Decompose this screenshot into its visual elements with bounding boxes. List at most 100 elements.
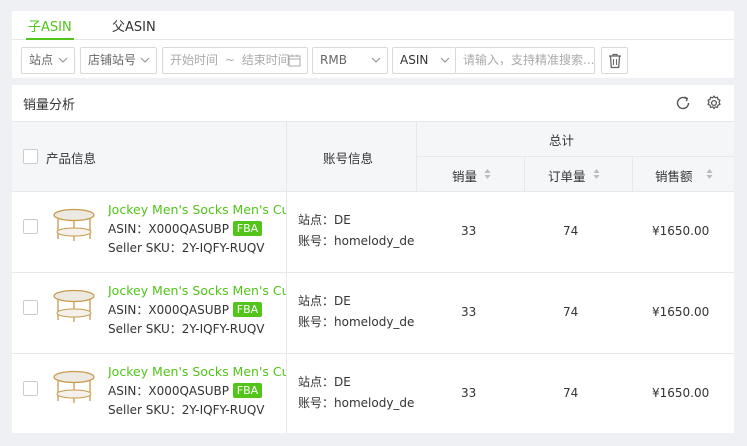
- sku-label: Seller SKU：: [108, 241, 182, 255]
- header-divider: [416, 156, 734, 157]
- refresh-icon[interactable]: [674, 94, 692, 112]
- product-title-link[interactable]: Jockey Men's Socks Men's Cushi: [108, 202, 286, 217]
- fba-badge: FBA: [233, 383, 262, 398]
- site-label: 站点：: [298, 294, 335, 308]
- site-select[interactable]: 站点: [21, 47, 75, 74]
- chevron-down-icon: [371, 57, 381, 63]
- account-site: 站点：DE: [298, 292, 351, 309]
- start-date-placeholder: 开始时间: [170, 53, 219, 67]
- sales-analysis-panel: 销量分析 产品信息 账号信息 总计 销量 订单量 销售额 Jockey Men'…: [12, 85, 734, 433]
- product-thumbnail: [53, 208, 95, 241]
- sku-value: 2Y-IQFY-RUQV: [181, 241, 265, 255]
- sort-icon[interactable]: [593, 168, 600, 180]
- account-label: 账号：: [298, 234, 335, 248]
- calendar-icon: [288, 54, 301, 67]
- product-title-link[interactable]: Jockey Men's Socks Men's Cushi: [108, 364, 286, 379]
- orders-cell: 74: [563, 224, 579, 238]
- tab-child-asin[interactable]: 子ASIN: [28, 16, 72, 35]
- account-name: 账号：homelody_de: [298, 394, 414, 411]
- orders-cell: 74: [563, 305, 579, 319]
- row-checkbox[interactable]: [23, 219, 38, 234]
- product-thumbnail: [53, 370, 95, 403]
- date-separator: ~: [224, 53, 235, 67]
- header-divider: [286, 122, 287, 191]
- account-value: homelody_de: [334, 396, 415, 410]
- clear-filters-button[interactable]: [601, 47, 628, 74]
- site-label: 站点：: [298, 213, 335, 227]
- select-all-checkbox[interactable]: [23, 149, 38, 164]
- sales-qty-cell: 33: [461, 305, 477, 319]
- orders-cell: 74: [563, 386, 579, 400]
- search-input[interactable]: 请输入，支持精准搜索...: [455, 47, 595, 74]
- section-title: 销量分析: [23, 98, 76, 113]
- header-product: 产品信息: [46, 151, 97, 166]
- product-thumbnail: [53, 289, 95, 322]
- product-sku: Seller SKU：2Y-IQFY-RUQV: [108, 239, 265, 256]
- sales-qty-cell: 33: [461, 224, 477, 238]
- account-name: 账号：homelody_de: [298, 313, 414, 330]
- header-divider: [524, 156, 525, 191]
- product-sku: Seller SKU：2Y-IQFY-RUQV: [108, 401, 265, 418]
- currency-select-value: RMB: [320, 53, 347, 67]
- product-asin: ASIN：X000QASUBP: [108, 220, 229, 237]
- sku-value: 2Y-IQFY-RUQV: [181, 403, 265, 417]
- sku-label: Seller SKU：: [108, 403, 182, 417]
- currency-select[interactable]: RMB: [312, 47, 388, 74]
- table-row: Jockey Men's Socks Men's Cushi ASIN：X000…: [12, 192, 734, 273]
- asin-value: X000QASUBP: [148, 222, 229, 236]
- header-revenue[interactable]: 销售额: [655, 166, 693, 185]
- site-label: 站点：: [298, 375, 335, 389]
- asin-tabs: 子ASIN 父ASIN: [12, 11, 734, 40]
- store-select[interactable]: 店铺站号: [80, 47, 157, 74]
- revenue-cell: ¥1650.00: [652, 386, 710, 400]
- end-date-placeholder: 结束时间: [241, 53, 290, 67]
- chevron-down-icon: [440, 57, 450, 63]
- account-site: 站点：DE: [298, 373, 351, 390]
- sales-qty-cell: 33: [461, 386, 477, 400]
- filter-panel: 子ASIN 父ASIN 站点 店铺站号 开始时间 ~ 结束时间 RMB ASIN…: [12, 11, 734, 78]
- account-site: 站点：DE: [298, 211, 351, 228]
- account-value: homelody_de: [334, 234, 415, 248]
- search-type-select[interactable]: ASIN: [392, 47, 456, 74]
- row-checkbox[interactable]: [23, 381, 38, 396]
- asin-value: X000QASUBP: [148, 384, 229, 398]
- product-asin: ASIN：X000QASUBP: [108, 382, 229, 399]
- table-row: Jockey Men's Socks Men's Cushi ASIN：X000…: [12, 354, 734, 435]
- site-value: DE: [334, 375, 351, 389]
- account-value: homelody_de: [334, 315, 415, 329]
- asin-label: ASIN：: [108, 303, 149, 317]
- sort-icon[interactable]: [706, 168, 713, 180]
- sku-label: Seller SKU：: [108, 322, 182, 336]
- asin-label: ASIN：: [108, 222, 149, 236]
- header-orders[interactable]: 订单量: [548, 166, 586, 185]
- account-label: 账号：: [298, 396, 335, 410]
- chevron-down-icon: [58, 57, 68, 63]
- sort-icon[interactable]: [484, 168, 491, 180]
- fba-badge: FBA: [233, 221, 262, 236]
- row-checkbox[interactable]: [23, 300, 38, 315]
- store-select-value: 店铺站号: [88, 53, 137, 67]
- asin-value: X000QASUBP: [148, 303, 229, 317]
- account-label: 账号：: [298, 315, 335, 329]
- chevron-down-icon: [140, 57, 150, 63]
- header-sales-qty[interactable]: 销量: [452, 166, 477, 185]
- search-type-value: ASIN: [400, 53, 429, 67]
- account-name: 账号：homelody_de: [298, 232, 414, 249]
- column-divider: [286, 192, 287, 433]
- fba-badge: FBA: [233, 302, 262, 317]
- product-title-link[interactable]: Jockey Men's Socks Men's Cushi: [108, 283, 286, 298]
- tab-parent-asin[interactable]: 父ASIN: [112, 16, 156, 35]
- header-divider: [632, 156, 633, 191]
- table-header: 产品信息 账号信息 总计 销量 订单量 销售额: [12, 121, 734, 192]
- revenue-cell: ¥1650.00: [652, 305, 710, 319]
- site-value: DE: [334, 213, 351, 227]
- trash-icon: [609, 53, 621, 69]
- product-sku: Seller SKU：2Y-IQFY-RUQV: [108, 320, 265, 337]
- date-range-picker[interactable]: 开始时间 ~ 结束时间: [162, 47, 308, 74]
- header-account: 账号信息: [323, 151, 374, 166]
- gear-icon[interactable]: [705, 94, 723, 112]
- asin-label: ASIN：: [108, 384, 149, 398]
- revenue-cell: ¥1650.00: [652, 224, 710, 238]
- header-total-group: 总计: [549, 133, 575, 148]
- search-placeholder: 请输入，支持精准搜索...: [463, 53, 595, 67]
